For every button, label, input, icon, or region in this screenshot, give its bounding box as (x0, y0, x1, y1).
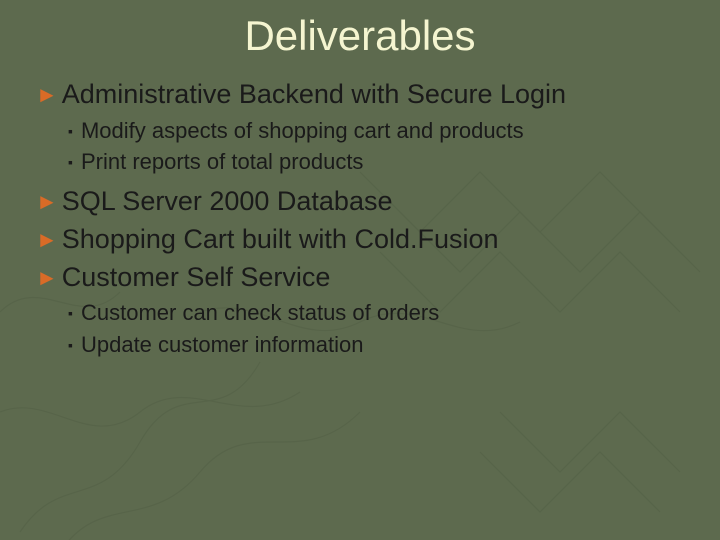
bullet-list: ►Administrative Backend with Secure Logi… (0, 78, 720, 360)
bullet-level2: ▪ Customer can check status of orders (68, 298, 700, 328)
bullet-level2: ▪ Modify aspects of shopping cart and pro… (68, 116, 700, 146)
bullet-text: Shopping Cart built with Cold.Fusion (62, 224, 499, 254)
square-icon: ▪ (68, 304, 73, 323)
bullet-text: Customer Self Service (62, 262, 331, 292)
triangle-icon: ► (36, 226, 58, 254)
square-icon: ▪ (68, 336, 73, 355)
square-icon: ▪ (68, 153, 73, 172)
bullet-level1: ►SQL Server 2000 Database (36, 185, 700, 219)
bullet-text: SQL Server 2000 Database (62, 186, 393, 216)
bullet-text: Modify aspects of shopping cart and prod… (81, 118, 524, 143)
triangle-icon: ► (36, 188, 58, 216)
bullet-level1: ►Administrative Backend with Secure Logi… (36, 78, 700, 112)
bullet-text: Administrative Backend with Secure Login (62, 79, 566, 109)
square-icon: ▪ (68, 122, 73, 141)
triangle-icon: ► (36, 81, 58, 109)
bullet-text: Print reports of total products (81, 149, 363, 174)
bullet-text: Customer can check status of orders (81, 300, 439, 325)
bullet-level2: ▪ Print reports of total products (68, 147, 700, 177)
triangle-icon: ► (36, 264, 58, 292)
bullet-text: Update customer information (81, 332, 363, 357)
bullet-level1: ►Shopping Cart built with Cold.Fusion (36, 223, 700, 257)
bullet-level2: ▪ Update customer information (68, 330, 700, 360)
bullet-level1: ►Customer Self Service (36, 261, 700, 295)
slide-title: Deliverables (0, 12, 720, 60)
